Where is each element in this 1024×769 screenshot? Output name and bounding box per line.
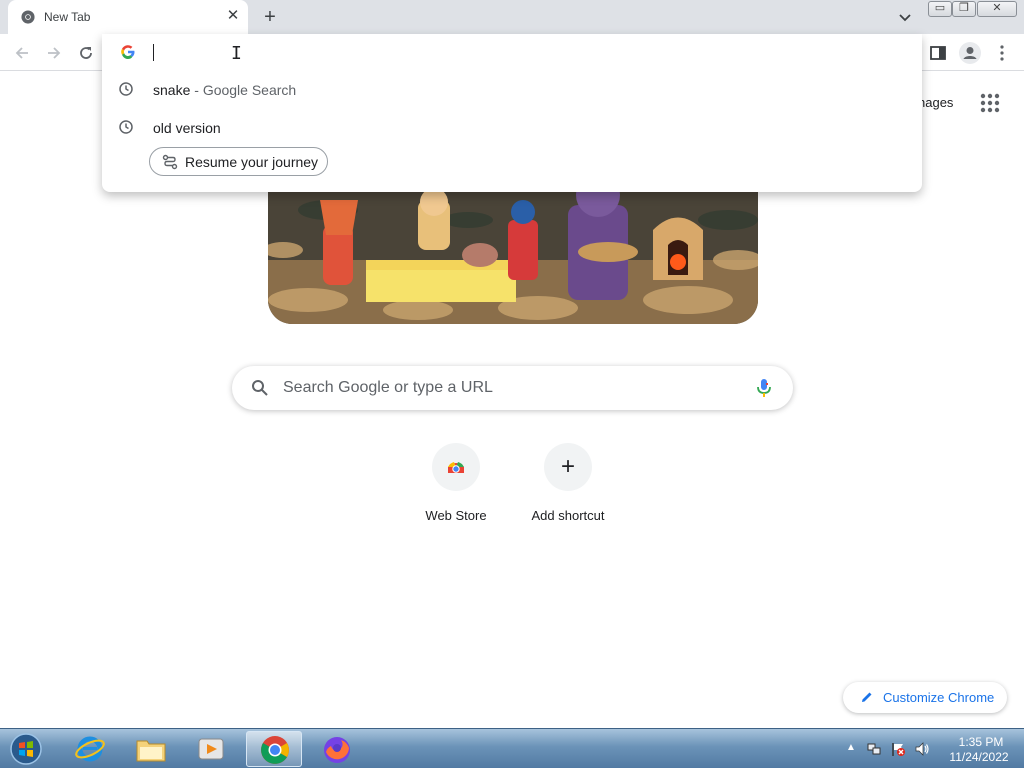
firefox-icon	[324, 737, 350, 763]
media-player-icon	[198, 738, 224, 760]
chrome-favicon-icon	[21, 10, 35, 24]
customize-chrome-label: Customize Chrome	[883, 690, 995, 705]
tab-new-tab[interactable]: New Tab ✕	[8, 0, 248, 34]
kebab-menu-icon[interactable]	[992, 43, 1012, 63]
shortcut-web-store[interactable]: Web Store	[400, 443, 512, 535]
history-clock-icon	[119, 120, 133, 134]
omnibox-suggestion[interactable]: snake - Google Search	[102, 71, 922, 107]
ibeam-cursor-icon: I	[231, 43, 242, 64]
close-window-button[interactable]: ✕	[977, 1, 1017, 17]
system-tray: ▲ 1:35 PM 11/24/2022	[842, 729, 1024, 769]
google-g-icon	[121, 45, 135, 59]
back-arrow-icon[interactable]	[12, 43, 32, 63]
suggestion-query: old version	[153, 120, 221, 136]
customize-chrome-button[interactable]: Customize Chrome	[843, 682, 1007, 713]
tab-strip: New Tab ✕ + ▭ ❐ ✕	[0, 0, 1024, 34]
ntp-search-input[interactable]	[283, 366, 723, 410]
images-link[interactable]: nages	[918, 95, 953, 110]
tab-title: New Tab	[44, 10, 91, 24]
shortcut-label: Add shortcut	[531, 508, 605, 523]
clock-date[interactable]: 11/24/2022	[940, 750, 1018, 764]
taskbar-windows-explorer[interactable]	[123, 731, 179, 767]
pencil-icon	[862, 692, 872, 702]
forward-arrow-icon[interactable]	[44, 43, 64, 63]
suggestion-query: snake	[153, 82, 191, 98]
omnibox-suggestion[interactable]: old version	[102, 109, 922, 145]
clock-time[interactable]: 1:35 PM	[946, 735, 1016, 749]
reload-icon[interactable]	[76, 43, 96, 63]
web-store-icon	[448, 462, 464, 473]
maximize-button[interactable]: ❐	[952, 1, 976, 17]
google-apps-icon[interactable]	[979, 92, 1001, 114]
tab-close-icon[interactable]: ✕	[224, 7, 242, 25]
shortcut-add[interactable]: + Add shortcut	[512, 443, 624, 535]
windows-start-button-icon[interactable]	[6, 732, 46, 766]
minimize-button[interactable]: ▭	[928, 1, 952, 17]
plus-icon: +	[560, 453, 575, 480]
shortcut-add-circle: +	[544, 443, 592, 491]
new-tab-button[interactable]: +	[258, 5, 282, 29]
suggestion-text: snake - Google Search	[153, 82, 296, 98]
taskbar-internet-explorer[interactable]	[62, 731, 118, 767]
action-center-flag-icon[interactable]	[890, 741, 906, 757]
network-icon[interactable]	[866, 741, 882, 757]
text-caret	[153, 44, 154, 61]
profile-avatar-icon[interactable]	[958, 41, 982, 65]
omnibox-input[interactable]	[154, 40, 854, 64]
suggestion-text: old version	[153, 120, 221, 136]
internet-explorer-icon	[75, 736, 105, 762]
volume-speaker-icon[interactable]	[914, 741, 930, 757]
taskbar-firefox[interactable]	[309, 731, 365, 767]
omnibox-dropdown: I snake - Google Search old version Resu…	[102, 34, 922, 192]
resume-journey-label: Resume your journey	[185, 154, 319, 170]
microphone-icon[interactable]	[753, 377, 775, 399]
search-icon	[252, 380, 268, 396]
side-panel-icon[interactable]	[928, 43, 948, 63]
resume-journey-chip[interactable]: Resume your journey	[149, 147, 328, 176]
show-hidden-icons-icon[interactable]: ▲	[846, 742, 856, 753]
history-clock-icon	[119, 82, 133, 96]
folder-icon	[136, 740, 166, 762]
chrome-icon	[261, 736, 289, 764]
suggestion-separator: -	[190, 82, 203, 98]
shortcut-label: Web Store	[425, 508, 487, 523]
shortcut-web-store-circle	[432, 443, 480, 491]
suggestion-source: Google Search	[202, 82, 297, 98]
taskbar-media-player[interactable]	[183, 731, 239, 767]
tab-search-chevron-icon[interactable]	[895, 8, 915, 28]
windows-taskbar: ▲ 1:35 PM 11/24/2022	[0, 728, 1024, 768]
ntp-search-box[interactable]	[232, 366, 793, 410]
taskbar-chrome[interactable]	[246, 731, 302, 767]
journey-route-icon	[162, 154, 178, 170]
